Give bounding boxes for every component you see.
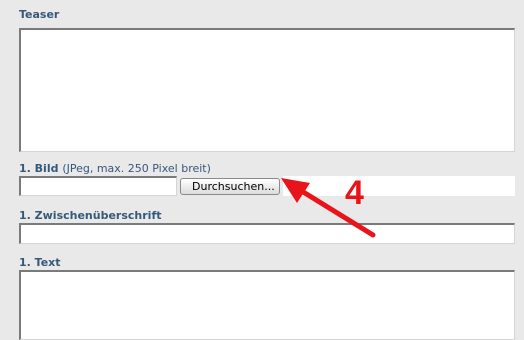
browse-button[interactable]: Durchsuchen...	[180, 178, 280, 195]
text-label: 1. Text	[19, 256, 61, 269]
subheading-label: 1. Zwischenüberschrift	[19, 209, 162, 222]
image-label-row: 1. Bild (JPeg, max. 250 Pixel breit)	[19, 162, 211, 175]
image-label: 1. Bild	[19, 162, 59, 175]
teaser-textarea[interactable]	[19, 28, 515, 152]
image-file-path-field[interactable]	[19, 176, 177, 196]
image-note: (JPeg, max. 250 Pixel breit)	[62, 162, 211, 175]
subheading-input[interactable]	[19, 223, 515, 244]
red-arrow-icon	[281, 178, 376, 238]
text-textarea[interactable]	[19, 270, 515, 340]
teaser-label: Teaser	[19, 8, 60, 21]
